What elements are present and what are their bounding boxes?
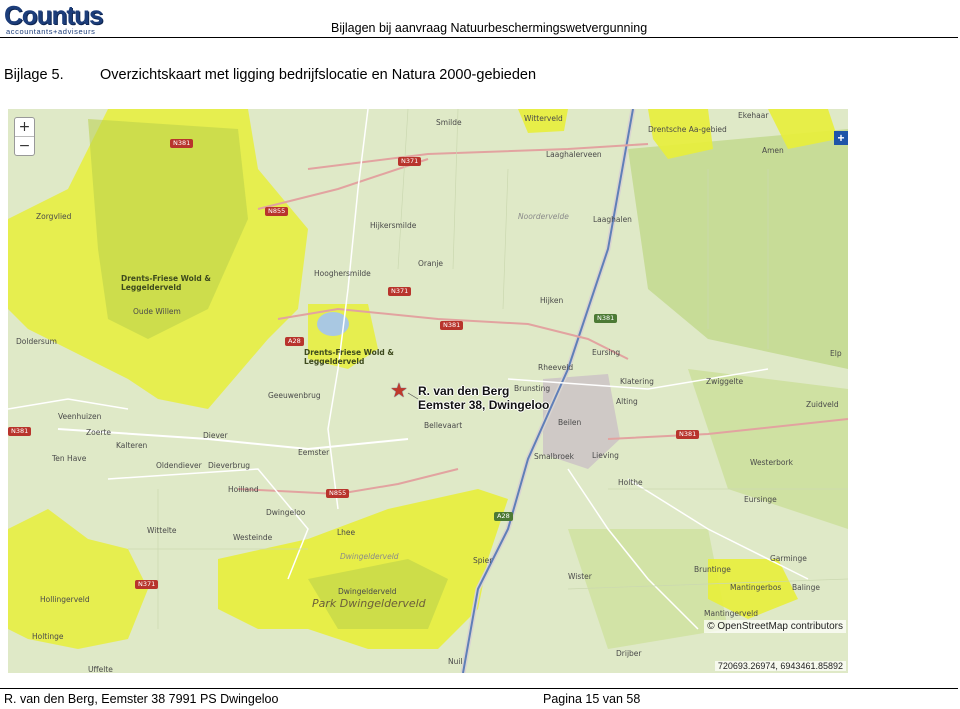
farm-location-star-icon: ★ (390, 380, 408, 402)
place-label: Eemster (298, 448, 330, 457)
logo-wordmark: Countus (4, 0, 103, 30)
road-shield: N371 (398, 157, 422, 166)
road-shield: N371 (388, 287, 412, 296)
mouse-coordinates: 720693.26974, 6943461.85892 (714, 661, 846, 671)
place-label: Dieverbrug (208, 461, 250, 470)
place-label: Zuidveld (806, 400, 839, 409)
place-label: Hooghersmilde (314, 269, 371, 278)
place-label: Balinge (792, 583, 821, 592)
road-shield: N381 (8, 427, 32, 436)
logo-tagline: accountants+adviseurs (6, 27, 96, 36)
page-number: Pagina 15 van 58 (543, 692, 641, 706)
place-label: Hollingerveld (40, 595, 90, 604)
road-shield: A28 (285, 337, 304, 346)
footer-address: R. van den Berg, Eemster 38 7991 PS Dwin… (4, 692, 279, 706)
place-label: Nuil (448, 657, 463, 666)
place-label: Spier (473, 556, 493, 565)
road-shield: N381 (170, 139, 194, 148)
location-label-address: Eemster 38, Dwingeloo (418, 398, 550, 412)
place-label: Dwingelderveld (340, 552, 399, 561)
place-label: Drijber (616, 649, 642, 658)
place-label: Kalteren (116, 441, 148, 450)
appendix-number: Bijlage 5. (4, 67, 64, 83)
place-label: Lhee (337, 528, 356, 537)
map-attribution[interactable]: © OpenStreetMap contributors (704, 620, 846, 633)
place-label: Smalbroek (534, 452, 574, 461)
place-label: Hijkersmilde (370, 221, 417, 230)
place-label: Wittelte (147, 526, 177, 535)
place-label: Veenhuizen (58, 412, 102, 421)
footer-divider (0, 688, 958, 689)
place-label: Holtinge (32, 632, 64, 641)
place-label: Hijken (540, 296, 564, 305)
zoom-control: + − (14, 117, 35, 156)
place-label: Holthe (618, 478, 643, 487)
place-label: Mantingerbos (730, 583, 782, 592)
place-label: Wister (568, 572, 592, 581)
overview-map[interactable]: + − + Smilde Witterveld Drentsche Aa-geb… (8, 109, 848, 673)
place-label: Ekehaar (738, 111, 769, 120)
road-shield: N381 (676, 430, 700, 439)
place-label: Oude Willem (133, 307, 181, 316)
place-label: Laaghalen (593, 215, 632, 224)
natura-area-label: Drents-Friese Wold & Leggelderveld (121, 274, 211, 292)
place-label: Amen (762, 146, 784, 155)
road-shield: N371 (135, 580, 159, 589)
place-label: Zoerte (86, 428, 111, 437)
place-label: Eursinge (744, 495, 777, 504)
place-label: Drentsche Aa-gebied (648, 125, 727, 134)
road-shield: N855 (265, 207, 289, 216)
road-shield: N381 (594, 314, 618, 323)
place-label: Westeinde (233, 533, 273, 542)
place-label: Bellevaart (424, 421, 463, 430)
place-label: Doldersum (16, 337, 57, 346)
layer-switcher-button[interactable]: + (834, 131, 848, 145)
place-label: Klatering (620, 377, 654, 386)
park-label: Park Dwingelderveld (312, 597, 426, 610)
place-label: Westerbork (750, 458, 793, 467)
place-label: Laaghalerveen (546, 150, 602, 159)
countus-logo: Countus accountants+adviseurs (4, 2, 122, 36)
zoom-in-button[interactable]: + (15, 118, 34, 136)
place-label: Noordervelde (518, 212, 569, 221)
place-label: Garminge (770, 554, 807, 563)
place-label: Diever (203, 431, 228, 440)
natura-area-label: Drents-Friese Wold & Leggelderveld (304, 348, 394, 366)
place-label: Zorgvlied (36, 212, 72, 221)
place-label: Oldendiever (156, 461, 202, 470)
road-shield: A28 (494, 512, 513, 521)
place-label: Alting (616, 397, 638, 406)
road-shield: N855 (326, 489, 350, 498)
place-label: Mantingerveld (704, 609, 758, 618)
document-header-title: Bijlagen bij aanvraag Natuurbeschermings… (331, 21, 648, 35)
place-label: Geeuwenbrug (268, 391, 321, 400)
place-label: Ten Have (52, 454, 87, 463)
place-label: Zwiggelte (706, 377, 744, 386)
place-label: Beilen (558, 418, 582, 427)
header-divider (0, 37, 958, 38)
place-label: Bruntinge (694, 565, 731, 574)
place-label: Uffelte (88, 665, 113, 673)
road-shield: N381 (440, 321, 464, 330)
place-label: Eursing (592, 348, 621, 357)
place-label: Elp (830, 349, 842, 358)
place-label: Brunsting (514, 384, 551, 393)
place-label: Oranje (418, 259, 444, 268)
appendix-title: Overzichtskaart met ligging bedrijfsloca… (100, 67, 537, 83)
place-label: Witterveld (524, 114, 563, 123)
place-label: Smilde (436, 118, 462, 127)
place-label: Lieving (592, 451, 619, 460)
place-label: Dwingelderveld (338, 587, 397, 596)
location-label-name: R. van den Berg (418, 384, 510, 398)
place-label: Rheeveld (538, 363, 574, 372)
place-label: Hoilland (228, 485, 259, 494)
zoom-out-button[interactable]: − (15, 136, 34, 155)
place-label: Dwingeloo (266, 508, 306, 517)
